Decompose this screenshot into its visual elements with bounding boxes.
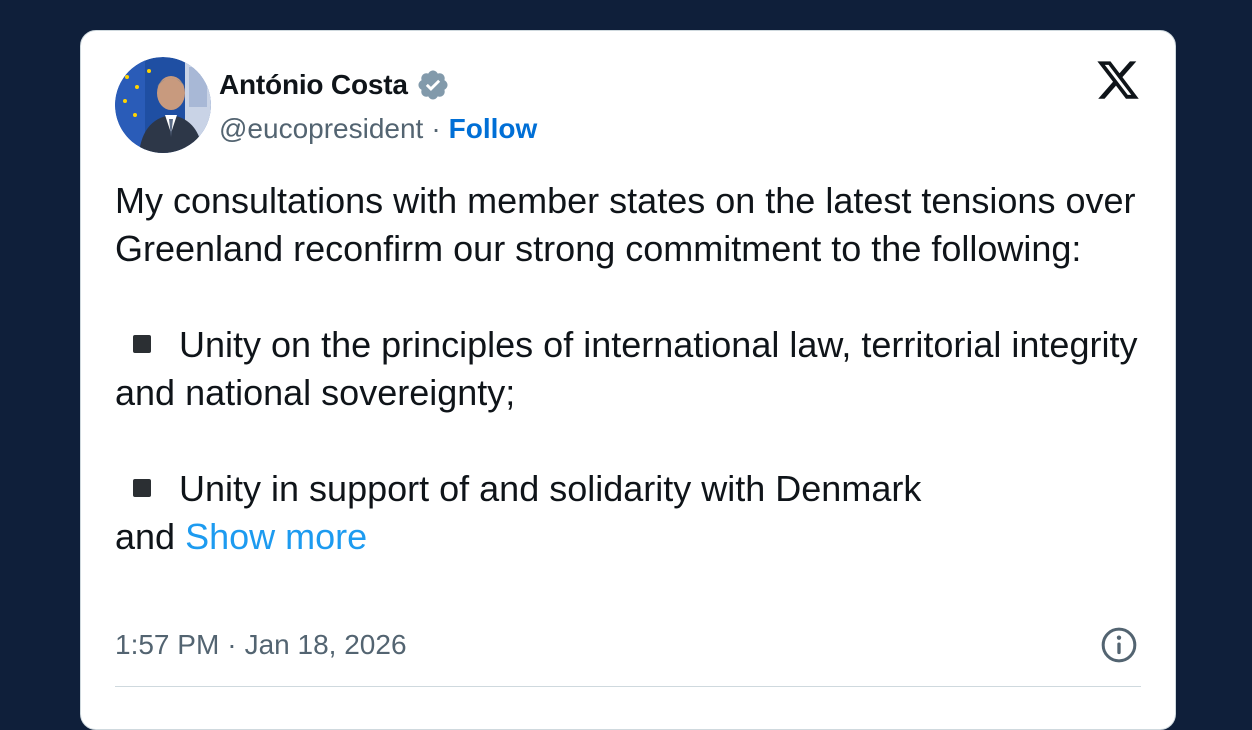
follow-button[interactable]: Follow	[449, 113, 538, 145]
tweet-time: 1:57 PM	[115, 629, 220, 660]
author-name-row: António Costa	[219, 65, 450, 105]
tweet-bullet: Unity in support of and solidarity with …	[115, 465, 1155, 513]
verified-badge-icon	[416, 68, 450, 102]
bullet-square-icon	[133, 479, 151, 497]
tweet-intro: My consultations with member states on t…	[115, 180, 1136, 269]
author-name[interactable]: António Costa	[219, 69, 408, 101]
tweet-bullet-text: Unity in support of and solidarity with …	[179, 468, 922, 509]
author-handle-row: @eucopresident · Follow	[219, 109, 537, 149]
tweet-date: Jan 18, 2026	[244, 629, 407, 660]
tweet-card: António Costa @eucopresident · Follow My…	[80, 30, 1176, 730]
avatar[interactable]	[115, 57, 211, 153]
tweet-timestamp[interactable]: 1:57 PM · Jan 18, 2026	[115, 623, 407, 667]
info-icon[interactable]	[1099, 625, 1139, 665]
tweet-bullet-text: Unity on the principles of international…	[115, 324, 1138, 413]
avatar-image	[115, 57, 211, 153]
timestamp-separator: ·	[227, 629, 237, 660]
handle-separator: ·	[431, 113, 441, 144]
divider	[115, 686, 1141, 687]
bullet-square-icon	[133, 335, 151, 353]
show-more-link[interactable]: Show more	[185, 516, 367, 557]
tweet-continuation-row: and Show more	[115, 513, 1155, 561]
tweet-text: My consultations with member states on t…	[115, 177, 1155, 561]
tweet-bullet: Unity on the principles of international…	[115, 321, 1155, 417]
author-handle[interactable]: @eucopresident	[219, 113, 423, 145]
tweet-continuation: and	[115, 516, 176, 557]
x-logo-icon[interactable]	[1095, 57, 1141, 103]
